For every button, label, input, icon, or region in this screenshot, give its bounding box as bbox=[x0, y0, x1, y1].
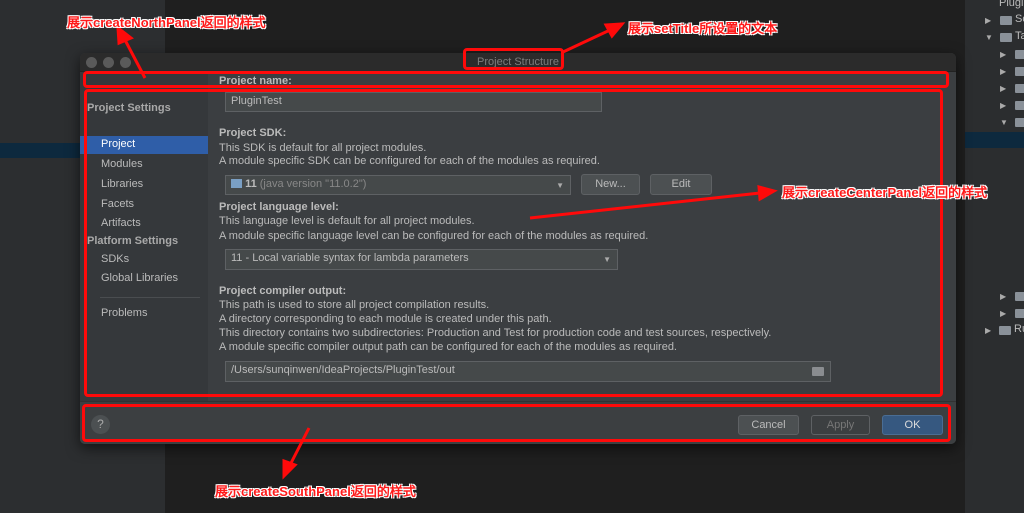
title-arrow-line bbox=[562, 28, 611, 54]
south-annotation-label: 展示createSouthPanel返回的样式 bbox=[215, 484, 416, 499]
north-arrow-line bbox=[122, 37, 147, 79]
center-arrow-head bbox=[757, 185, 778, 202]
south-arrow-head bbox=[282, 458, 298, 480]
annotation-arrows bbox=[116, 22, 778, 480]
center-annotation-label: 展示createCenterPanel返回的样式 bbox=[782, 185, 988, 200]
title-annotation-label: 展示setTitle所设置的文本 bbox=[628, 21, 778, 36]
center-arrow-line bbox=[529, 191, 761, 220]
north-annotation-label: 展示createNorthPanel返回的样式 bbox=[67, 15, 266, 30]
title-arrow-head bbox=[603, 22, 626, 39]
south-arrow-line bbox=[288, 427, 311, 466]
